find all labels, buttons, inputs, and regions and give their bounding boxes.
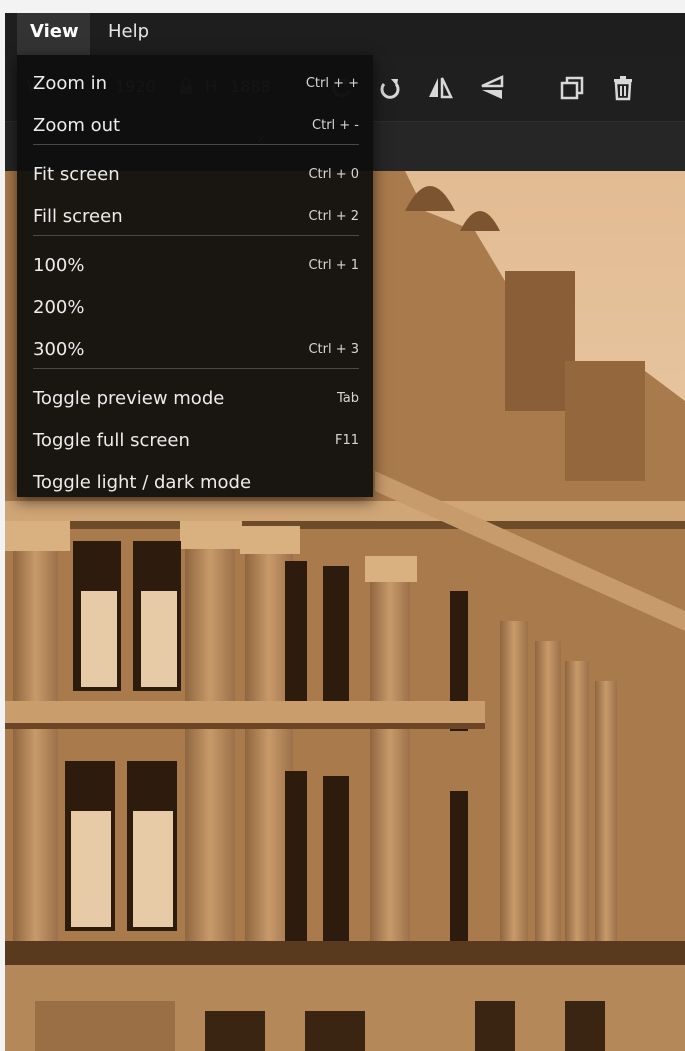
menu-item-label: Zoom out bbox=[33, 115, 121, 136]
menu-item-shortcut: Ctrl + - bbox=[312, 118, 359, 133]
menu-item-label: Zoom in bbox=[33, 73, 108, 94]
menu-item-label: Fill screen bbox=[33, 206, 123, 227]
menu-item-100-percent[interactable]: 100% Ctrl + 1 bbox=[17, 249, 373, 285]
menu-item-shortcut: Ctrl + 2 bbox=[308, 209, 359, 224]
delete-icon[interactable] bbox=[608, 73, 638, 103]
menu-item-shortcut: Ctrl + 1 bbox=[308, 258, 359, 273]
menu-item-toggle-full-screen[interactable]: Toggle full screen F11 bbox=[17, 424, 373, 460]
menu-item-shortcut: Ctrl + 0 bbox=[308, 167, 359, 182]
menu-item-shortcut: Ctrl + + bbox=[305, 76, 359, 91]
menu-view[interactable]: View bbox=[17, 13, 90, 55]
menu-separator bbox=[33, 235, 359, 236]
menu-item-label: Toggle full screen bbox=[33, 430, 190, 451]
rotate-right-icon[interactable] bbox=[375, 73, 405, 103]
menu-item-shortcut: F11 bbox=[334, 433, 359, 448]
menu-item-zoom-in[interactable]: Zoom in Ctrl + + bbox=[17, 67, 373, 103]
menubar: View Help bbox=[5, 13, 685, 55]
menu-item-label: 200% bbox=[33, 297, 85, 318]
menu-item-label: Toggle preview mode bbox=[33, 388, 225, 409]
menu-help[interactable]: Help bbox=[95, 13, 165, 55]
menu-item-shortcut: Ctrl + 3 bbox=[308, 342, 359, 357]
menu-item-label: Fit screen bbox=[33, 164, 120, 185]
menu-item-toggle-theme[interactable]: Toggle light / dark mode bbox=[17, 466, 373, 502]
menu-item-label: 100% bbox=[33, 255, 85, 276]
menu-item-toggle-preview[interactable]: Toggle preview mode Tab bbox=[17, 382, 373, 418]
menu-item-label: Toggle light / dark mode bbox=[33, 472, 252, 493]
menu-separator bbox=[33, 368, 359, 369]
menu-item-fit-screen[interactable]: Fit screen Ctrl + 0 bbox=[17, 158, 373, 194]
menu-item-zoom-out[interactable]: Zoom out Ctrl + - bbox=[17, 109, 373, 145]
app-window: View Help W 1920 H 1888 ✕ bbox=[5, 13, 685, 1051]
menu-item-200-percent[interactable]: 200% bbox=[17, 291, 373, 327]
flip-horizontal-icon[interactable] bbox=[425, 73, 455, 103]
menu-item-300-percent[interactable]: 300% Ctrl + 3 bbox=[17, 333, 373, 369]
flip-vertical-icon[interactable] bbox=[477, 73, 507, 103]
menu-item-shortcut: Tab bbox=[336, 391, 359, 406]
menu-separator bbox=[33, 144, 359, 145]
menu-item-fill-screen[interactable]: Fill screen Ctrl + 2 bbox=[17, 200, 373, 236]
menu-item-label: 300% bbox=[33, 339, 85, 360]
duplicate-icon[interactable] bbox=[557, 73, 587, 103]
view-dropdown-menu: Zoom in Ctrl + + Zoom out Ctrl + - Fit s… bbox=[17, 55, 373, 497]
